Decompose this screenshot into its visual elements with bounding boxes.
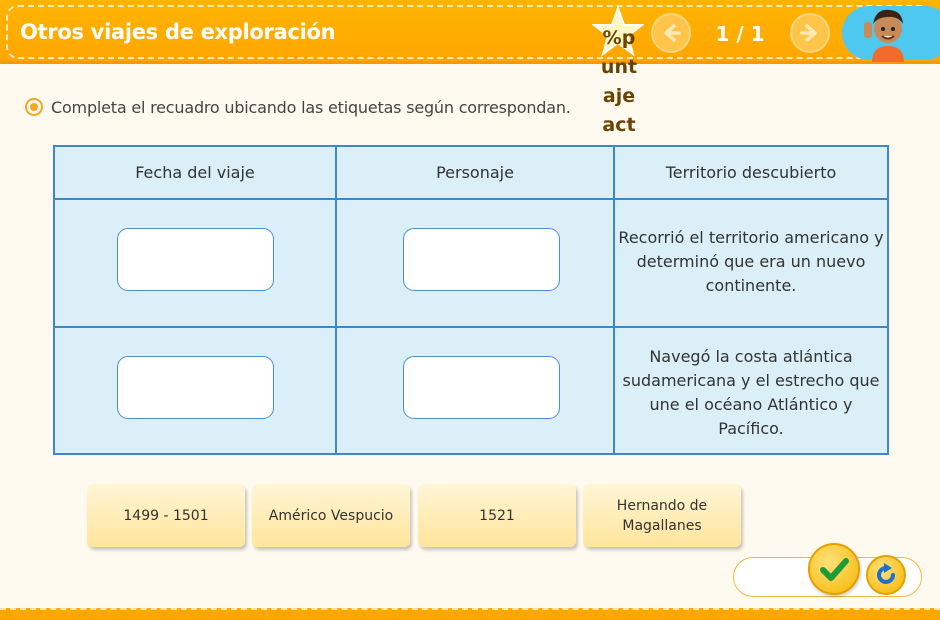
territory-description-1: Recorrió el territorio americano y deter… bbox=[618, 228, 884, 295]
drop-slot-person-1[interactable] bbox=[403, 228, 560, 291]
page-title: Otros viajes de exploración bbox=[20, 20, 336, 44]
header-territorio: Territorio descubierto bbox=[665, 163, 837, 182]
reset-button[interactable] bbox=[866, 555, 906, 595]
drop-slot-date-1[interactable] bbox=[117, 228, 274, 291]
label-card[interactable]: 1499 - 1501 bbox=[87, 484, 245, 547]
check-button[interactable] bbox=[808, 543, 860, 595]
instruction-text: Completa el recuadro ubicando las etique… bbox=[51, 98, 571, 117]
drop-slot-person-2[interactable] bbox=[403, 356, 560, 419]
label-card[interactable]: Hernando de Magallanes bbox=[583, 484, 741, 547]
instruction-bullet-icon bbox=[25, 98, 43, 116]
label-card[interactable]: 1521 bbox=[418, 484, 576, 547]
page-indicator: 1 / 1 bbox=[715, 22, 765, 46]
label-card[interactable]: Américo Vespucio bbox=[252, 484, 410, 547]
header-personaje: Personaje bbox=[436, 163, 514, 182]
boy-avatar-icon bbox=[864, 9, 904, 62]
footer-bar bbox=[0, 608, 940, 620]
row-divider bbox=[55, 326, 887, 328]
header-bar: Otros viajes de exploración %puntajeact … bbox=[0, 0, 940, 136]
prev-button[interactable] bbox=[651, 13, 691, 53]
score-placeholder: %puntajeact bbox=[600, 27, 638, 136]
arrow-left-icon bbox=[664, 24, 681, 42]
reset-icon bbox=[877, 563, 895, 584]
answer-table: Fecha del viaje Personaje Territorio des… bbox=[53, 145, 889, 455]
header-fecha: Fecha del viaje bbox=[135, 163, 255, 182]
next-button[interactable] bbox=[790, 13, 830, 53]
drop-slot-date-2[interactable] bbox=[117, 356, 274, 419]
territory-description-2: Navegó la costa atlántica sudamericana y… bbox=[622, 347, 880, 438]
checkmark-icon bbox=[820, 558, 849, 581]
arrow-right-icon bbox=[800, 24, 817, 42]
row-divider bbox=[55, 198, 887, 200]
